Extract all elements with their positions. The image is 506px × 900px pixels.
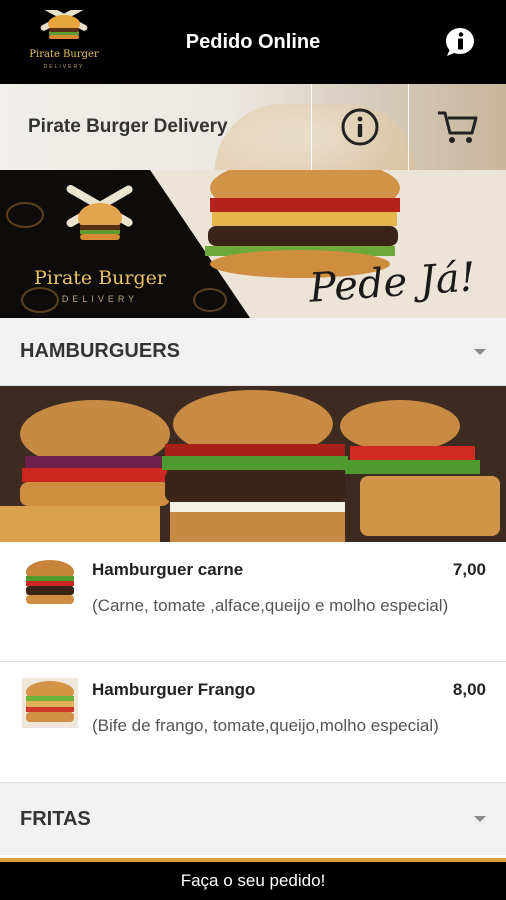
- category-hamburguers[interactable]: HAMBURGUERS: [0, 318, 506, 386]
- item-price: 7,00: [452, 560, 486, 579]
- store-info-button[interactable]: [312, 84, 408, 170]
- chevron-down-icon: [474, 349, 486, 355]
- banner-logo-sub: DELIVERY: [62, 294, 138, 304]
- store-name: Pirate Burger Delivery: [28, 116, 228, 137]
- burgers-photo: [0, 386, 506, 542]
- info-chat-icon[interactable]: [444, 26, 476, 58]
- promo-banner[interactable]: Pirate Burger DELIVERY Pede Já!: [0, 170, 506, 318]
- category-label: FRITAS: [20, 807, 91, 830]
- category-fritas[interactable]: FRITAS: [0, 783, 506, 855]
- logo-name: Pirate Burger: [29, 49, 99, 60]
- app-title: Pedido Online: [185, 30, 321, 53]
- footer-cta: Faça o seu pedido!: [180, 871, 326, 890]
- banner-logo-name: Pirate Burger: [34, 267, 167, 289]
- item-price: 8,00: [452, 680, 486, 699]
- cart-icon: [438, 111, 478, 143]
- top-app-bar: Pirate Burger DELIVERY Pedido Online: [0, 0, 506, 84]
- category-label: HAMBURGUERS: [20, 340, 180, 362]
- item-description: (Carne, tomate ,alface,queijo e molho es…: [92, 596, 449, 615]
- chevron-down-icon: [474, 816, 486, 822]
- logo-sub: DELIVERY: [44, 64, 85, 70]
- menu-item[interactable]: Hamburguer carne 7,00 (Carne, tomate ,al…: [0, 542, 506, 662]
- info-icon: [341, 108, 379, 146]
- category-image: [0, 386, 506, 542]
- item-description: (Bife de frango, tomate,queijo,molho esp…: [92, 716, 439, 735]
- order-footer-button[interactable]: Faça o seu pedido!: [0, 858, 506, 900]
- store-header: Pirate Burger Delivery: [0, 84, 506, 170]
- menu-item[interactable]: Hamburguer Frango 8,00 (Bife de frango, …: [0, 662, 506, 783]
- cart-button[interactable]: [409, 84, 505, 170]
- item-name: Hamburguer carne: [92, 560, 244, 579]
- item-name: Hamburguer Frango: [92, 680, 256, 699]
- pirate-burger-logo[interactable]: Pirate Burger DELIVERY: [18, 10, 110, 74]
